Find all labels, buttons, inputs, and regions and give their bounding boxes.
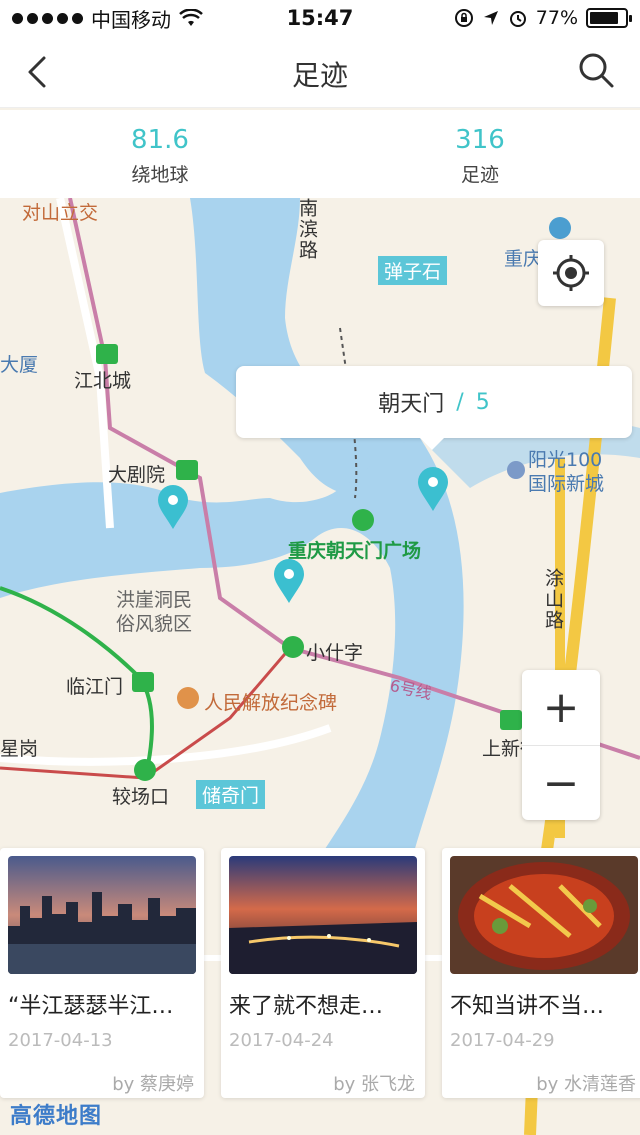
map-label-monument: 人民解放纪念碑 (204, 692, 338, 714)
stat-value: 316 (455, 125, 505, 155)
card-date: 2017-04-29 (450, 1030, 555, 1051)
map-label-dasha: 大厦 (0, 354, 39, 376)
status-time: 15:47 (286, 6, 354, 30)
locate-button[interactable] (538, 240, 604, 306)
landmark-icon (549, 217, 571, 239)
callout-place: 朝天门 (378, 392, 445, 417)
stat-distance: 81.6 绕地球 (0, 110, 320, 198)
metro-station-icon (176, 460, 198, 480)
map-label-duishan: 对山立交 (22, 202, 99, 224)
map-label-jiaochangkou: 较场口 (112, 786, 170, 808)
footprint-card[interactable]: 来了就不想走… 2017-04-24 by 张飞龙 (221, 848, 425, 1098)
map-view[interactable]: 对山立交 南滨路 弹子石 重庆 大厦 江北城 大剧院 阳光100 国际新城 重庆… (0, 198, 640, 1135)
card-author: by 蔡庚婷 (112, 1074, 194, 1095)
carrier-label: 中国移动 (91, 7, 171, 32)
footprint-cards: “半江瑟瑟半江… 2017-04-13 by 蔡庚婷 来了就不想走… 2017-… (0, 848, 640, 1106)
location-callout[interactable]: 朝天门 / 5 (236, 366, 632, 450)
card-image-night-city (229, 856, 417, 974)
card-author: by 张飞龙 (333, 1074, 415, 1095)
card-date: 2017-04-13 (8, 1030, 113, 1051)
card-title: “半江瑟瑟半江… (8, 994, 174, 1019)
stat-label: 绕地球 (131, 164, 189, 186)
metro-station-icon (96, 344, 118, 364)
card-image-hotpot (450, 856, 638, 974)
map-label-chongqing: 重庆 (504, 248, 543, 270)
map-label-xinggang: 星岗 (0, 738, 39, 760)
map-label-hongyadong: 洪崖洞民 俗风貌区 (116, 589, 193, 635)
stat-value: 81.6 (131, 125, 189, 155)
map-label-dajuyuan: 大剧院 (108, 464, 166, 486)
park-icon (352, 509, 374, 531)
map-pin-icon[interactable] (416, 466, 450, 512)
map-pin-icon[interactable] (156, 484, 190, 530)
map-label-jiangbeicheng: 江北城 (74, 370, 132, 392)
search-icon[interactable] (576, 50, 616, 90)
battery-percent: 77% (535, 7, 578, 29)
stat-footprints: 316 足迹 (320, 110, 640, 198)
callout-separator: / (456, 389, 464, 415)
wifi-icon (179, 9, 203, 26)
metro-station-icon (132, 672, 154, 692)
orientation-lock-icon (454, 9, 473, 27)
map-label-yangguang: 阳光100 国际新城 (528, 449, 605, 495)
stat-label: 足迹 (460, 164, 499, 186)
crosshair-icon (553, 255, 589, 291)
zoom-control: + − (522, 670, 600, 820)
metro-transfer-icon (134, 759, 156, 781)
map-pin-icon[interactable] (272, 558, 306, 604)
card-title: 来了就不想走… (229, 994, 384, 1019)
map-label-chuqimen: 储奇门 (196, 780, 266, 809)
zoom-out-button[interactable]: − (522, 745, 600, 820)
card-image-skyline (8, 856, 196, 974)
footprint-card[interactable]: 不知当讲不当… 2017-04-29 by 水清莲香 (442, 848, 640, 1098)
location-arrow-icon (483, 11, 498, 25)
page-title: 足迹 (291, 59, 348, 92)
callout-count: 5 (475, 389, 490, 415)
map-label-chaotianmen-square: 重庆朝天门广场 (288, 540, 422, 562)
card-date: 2017-04-24 (229, 1030, 334, 1051)
alarm-icon (509, 11, 526, 27)
monument-icon (177, 687, 199, 709)
map-label-linjiangmen: 临江门 (66, 676, 124, 698)
zoom-in-button[interactable]: + (522, 670, 600, 745)
river-main (0, 438, 464, 888)
metro-transfer-icon (282, 636, 304, 658)
card-title: 不知当讲不当… (450, 994, 605, 1019)
map-label-nanbin: 南滨路 (296, 198, 318, 261)
landmark-icon (507, 461, 525, 479)
stats-bar: 81.6 绕地球 316 足迹 (0, 110, 640, 198)
metro-station-icon (500, 710, 522, 730)
map-label-xiaoshizi: 小什字 (306, 642, 364, 664)
signal-dots (12, 12, 83, 24)
card-author: by 水清莲香 (536, 1074, 636, 1095)
footprint-card[interactable]: “半江瑟瑟半江… 2017-04-13 by 蔡庚婷 (0, 848, 204, 1098)
map-label-tushan: 涂山路 (542, 568, 564, 631)
navigation-bar: 足迹 (0, 36, 640, 108)
status-bar: 中国移动 15:47 77% (0, 0, 640, 36)
battery-icon (586, 8, 632, 28)
map-label-danzishi: 弹子石 (378, 256, 448, 285)
map-provider-logo: 高德地图 (10, 1104, 103, 1129)
